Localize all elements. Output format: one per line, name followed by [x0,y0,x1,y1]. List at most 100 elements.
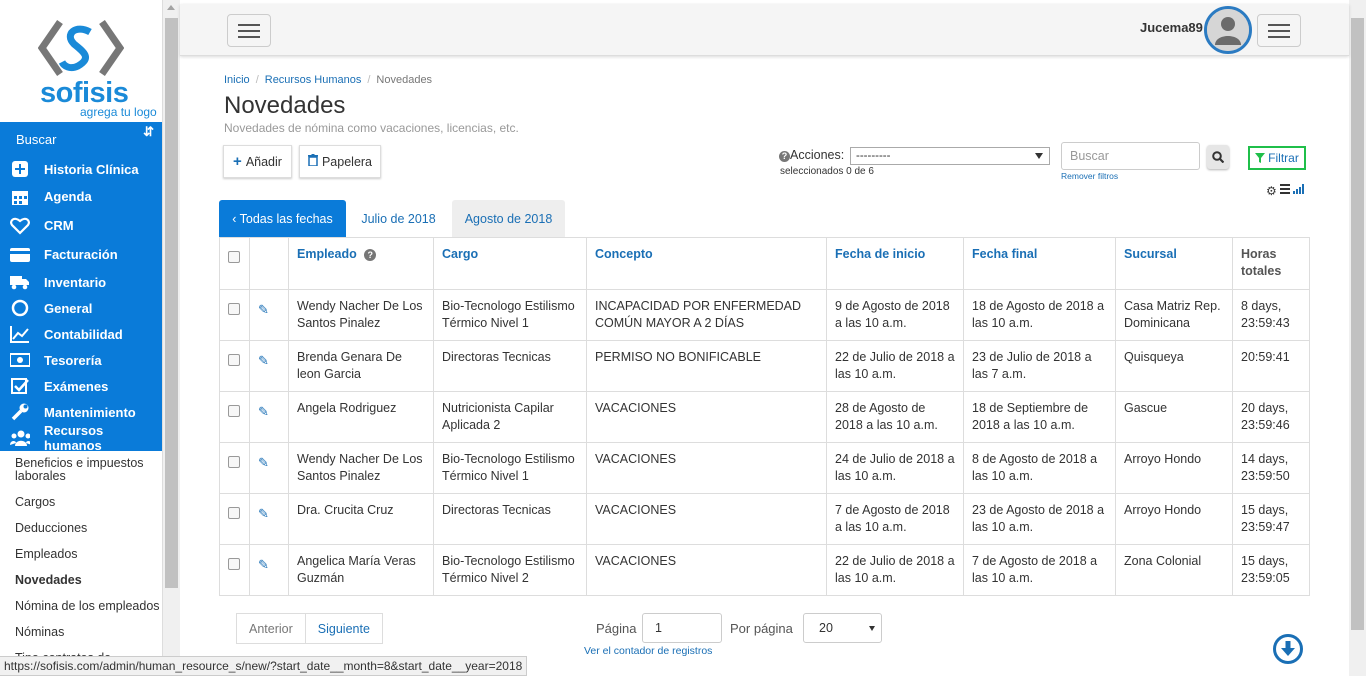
tab-all-dates[interactable]: ‹ Todas las fechas [219,200,346,237]
cell-fecha-inicio: 9 de Agosto de 2018 a las 10 a.m. [826,289,964,341]
table-row: ✎ Brenda Genara De leon Garcia Directora… [219,340,1310,392]
sidebar-scrollbar[interactable] [163,0,180,676]
hamburger-icon [1268,23,1290,26]
tab-agosto-2018[interactable]: Agosto de 2018 [452,200,565,237]
row-checkbox[interactable] [228,507,240,519]
search-button[interactable] [1207,145,1229,169]
sidebar-item-label: Exámenes [44,378,109,394]
pencil-icon[interactable]: ✎ [258,352,269,369]
row-checkbox[interactable] [228,558,240,570]
cell-sucursal: Gascue [1115,391,1233,443]
sidebar-item-examenes[interactable]: Exámenes [0,373,162,399]
header-fecha-final[interactable]: Fecha final [963,237,1116,290]
subitem-cargos[interactable]: Cargos [0,489,162,515]
sidebar-item-inventario[interactable]: Inventario [0,269,162,295]
record-counter-link[interactable]: Ver el contador de registros [584,645,712,657]
cell-cargo: Nutricionista Capilar Aplicada 2 [433,391,587,443]
gear-icon[interactable]: ⚙ [1266,185,1277,197]
header-sucursal[interactable]: Sucursal [1115,237,1233,290]
subitem-empleados[interactable]: Empleados [0,541,162,567]
per-page-select[interactable]: 20 [803,613,882,643]
search-input[interactable]: Buscar [1061,142,1200,170]
prev-page-button[interactable]: Anterior [237,614,306,643]
subitem-novedades[interactable]: Novedades [0,567,162,593]
row-select-cell [219,493,250,545]
cell-cargo: Bio-Tecnologo Estilismo Térmico Nivel 2 [433,544,587,596]
cell-fecha-final: 8 de Agosto de 2018 a las 10 a.m. [963,442,1116,494]
next-page-button[interactable]: Siguiente [306,614,382,643]
cell-empleado: Wendy Nacher De Los Santos Pinalez [288,442,434,494]
row-edit-cell: ✎ [249,340,289,392]
sidebar-item-mantenimiento[interactable]: Mantenimiento [0,399,162,425]
filter-button-label: Filtrar [1268,151,1299,165]
menu-toggle-button[interactable] [1257,14,1301,47]
sidebar-toggle-button[interactable] [227,14,271,47]
sidebar-item-general[interactable]: General [0,295,162,321]
row-checkbox[interactable] [228,303,240,315]
sidebar-item-contabilidad[interactable]: Contabilidad [0,321,162,347]
header-fecha-inicio[interactable]: Fecha de inicio [826,237,964,290]
subitem-nomina-empleados[interactable]: Nómina de los empleados [0,593,162,619]
actions-select[interactable]: --------- [850,147,1050,165]
table-row: ✎ Wendy Nacher De Los Santos Pinalez Bio… [219,442,1310,494]
table-icon[interactable] [1279,183,1290,197]
tab-julio-2018[interactable]: Julio de 2018 [350,200,447,237]
table-row: ✎ Wendy Nacher De Los Santos Pinalez Bio… [219,289,1310,341]
header-cargo[interactable]: Cargo [433,237,587,290]
trash-button[interactable]: Papelera [299,145,381,178]
header-empleado-label: Empleado [297,247,357,261]
breadcrumb-home[interactable]: Inicio [224,74,250,86]
pencil-icon[interactable]: ✎ [258,505,269,522]
row-checkbox[interactable] [228,405,240,417]
header-concepto[interactable]: Concepto [586,237,827,290]
sort-icon[interactable]: ⇵ [143,124,154,140]
scrollbar-thumb[interactable] [165,18,178,588]
logo[interactable]: sofisis agrega tu logo [0,0,162,122]
hamburger-icon [1268,29,1290,32]
bar-chart-icon[interactable] [1292,183,1304,197]
page-scrollbar[interactable] [1349,0,1366,676]
avatar[interactable] [1204,6,1252,54]
scroll-up-icon[interactable] [167,5,175,10]
pencil-icon[interactable]: ✎ [258,454,269,471]
remove-filters-link[interactable]: Remover filtros [1061,171,1118,181]
header-empleado[interactable]: Empleado ? [288,237,434,290]
table-header-row: Empleado ? Cargo Concepto Fecha de inici… [219,237,1310,290]
sidebar-item-tesoreria[interactable]: Tesorería [0,347,162,373]
row-select-cell [219,289,250,341]
sidebar-item-facturacion[interactable]: Facturación [0,240,162,269]
cell-concepto: VACACIONES [586,391,827,443]
select-all-checkbox[interactable] [228,251,240,263]
actions-select-value: --------- [856,150,891,162]
add-button[interactable]: + Añadir [223,145,292,178]
cell-fecha-inicio: 22 de Julio de 2018 a las 10 a.m. [826,544,964,596]
subitem-deducciones[interactable]: Deducciones [0,515,162,541]
cell-cargo: Bio-Tecnologo Estilismo Térmico Nivel 1 [433,289,587,341]
chart-icon [10,325,30,343]
pencil-icon[interactable]: ✎ [258,403,269,420]
sidebar-item-crm[interactable]: CRM [0,211,162,240]
breadcrumb-section[interactable]: Recursos Humanos [265,74,362,86]
download-button[interactable] [1273,634,1303,664]
novedades-table: Empleado ? Cargo Concepto Fecha de inici… [219,237,1310,596]
breadcrumb-separator: / [367,74,371,86]
sidebar-item-agenda[interactable]: Agenda [0,182,162,211]
sidebar-search[interactable]: Buscar ⇵ [0,122,162,156]
help-icon[interactable]: ? [779,151,790,162]
help-icon[interactable]: ? [364,249,377,261]
scrollbar-thumb[interactable] [1351,18,1364,630]
pencil-icon[interactable]: ✎ [258,556,269,573]
row-checkbox[interactable] [228,456,240,468]
cell-horas: 15 days, 23:59:05 [1232,544,1310,596]
filter-button[interactable]: Filtrar [1248,146,1306,170]
sidebar-item-recursos-humanos[interactable]: Recursos humanos [0,423,162,453]
sidebar-item-historia-clinica[interactable]: Historia Clínica [0,156,162,182]
username[interactable]: Jucema89 [1140,20,1203,35]
pencil-icon[interactable]: ✎ [258,301,269,318]
cell-horas: 20:59:41 [1232,340,1310,392]
row-checkbox[interactable] [228,354,240,366]
page-number-input[interactable]: 1 [642,613,722,643]
subitem-beneficios[interactable]: Beneficios e impuestos laborales [0,451,162,489]
wrench-icon [10,403,30,421]
subitem-nominas[interactable]: Nóminas [0,619,162,645]
